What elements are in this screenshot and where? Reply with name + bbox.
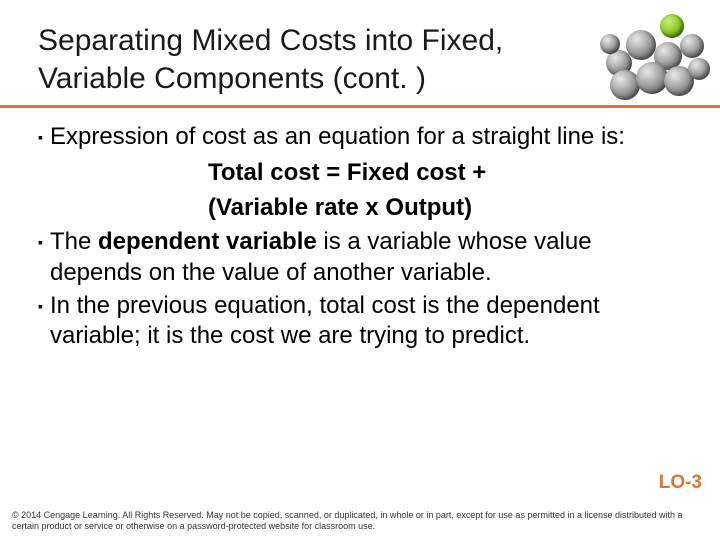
bullet-item: ▪ Expression of cost as an equation for …: [38, 122, 688, 153]
decorative-spheres: [600, 6, 710, 100]
learning-objective-badge: LO-3: [659, 472, 702, 494]
bullet-square-icon: ▪: [38, 227, 43, 257]
green-sphere-icon: [660, 14, 684, 38]
slide-body: ▪ Expression of cost as an equation for …: [38, 122, 688, 354]
title-underline: [0, 105, 720, 108]
equation-line-1: Total cost = Fixed cost +: [208, 157, 688, 188]
equation-line-2: (Variable rate x Output): [208, 192, 688, 223]
bullet-square-icon: ▪: [38, 291, 43, 321]
slide-title: Separating Mixed Costs into Fixed, Varia…: [38, 22, 598, 97]
copyright-footer: © 2014 Cengage Learning. All Rights Rese…: [12, 510, 708, 533]
bullet-item: ▪ The dependent variable is a variable w…: [38, 227, 688, 288]
bullet-text: Expression of cost as an equation for a …: [50, 122, 625, 153]
bullet-square-icon: ▪: [38, 122, 43, 152]
bullet-text: In the previous equation, total cost is …: [50, 291, 688, 352]
bullet-item: ▪ In the previous equation, total cost i…: [38, 291, 688, 352]
bullet-text: The dependent variable is a variable who…: [50, 227, 688, 288]
